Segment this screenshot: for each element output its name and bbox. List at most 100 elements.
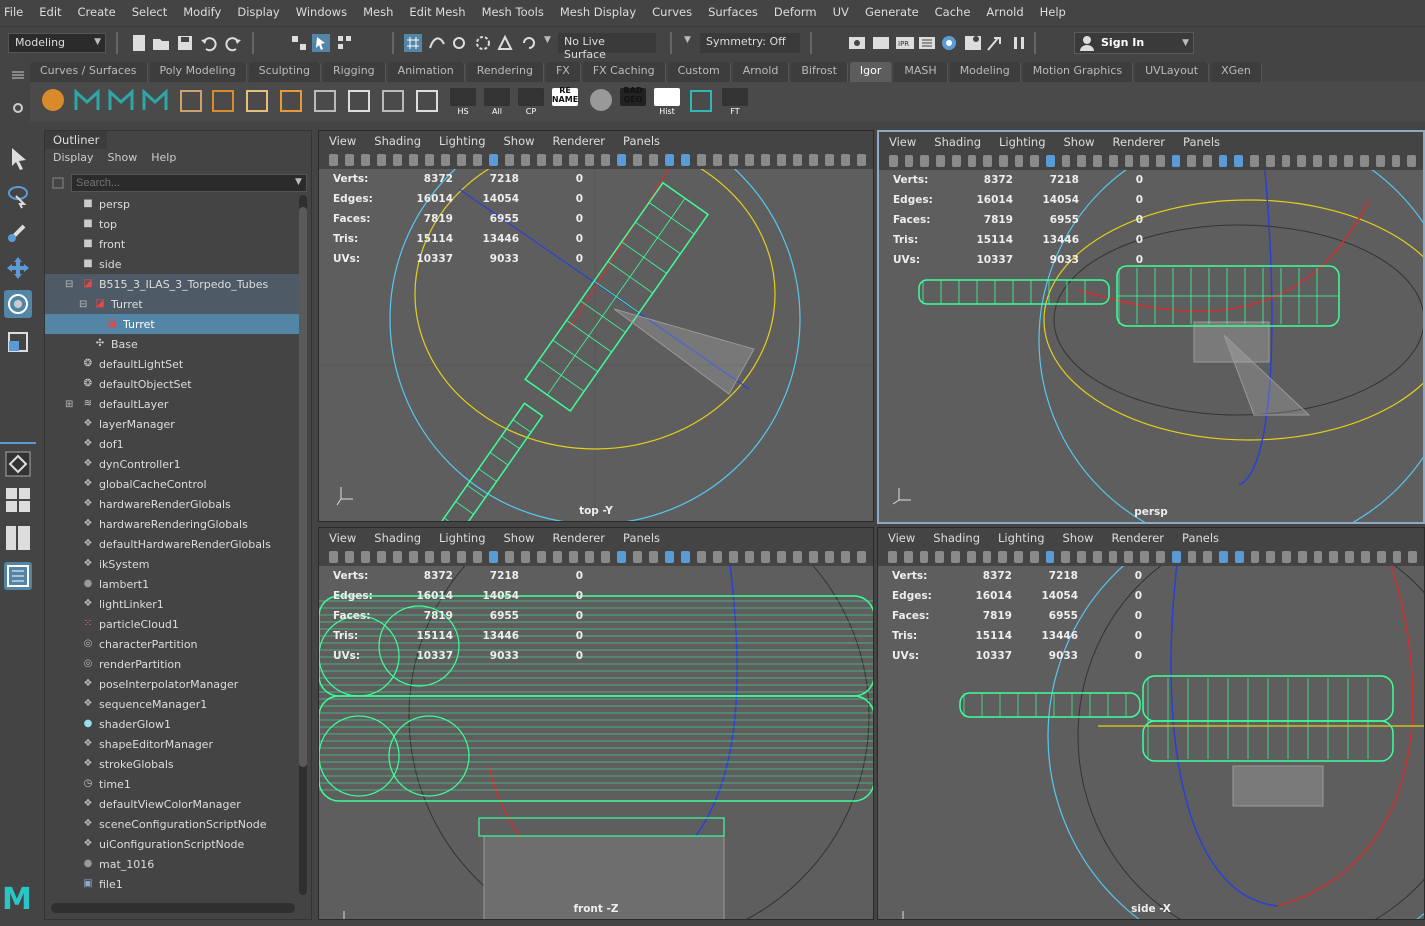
viewport-tool-icon[interactable] [1234, 155, 1244, 167]
viewport-tool-icon[interactable] [1092, 551, 1102, 563]
viewport-tool-icon[interactable] [761, 551, 770, 563]
viewport-tool-icon[interactable] [1124, 155, 1134, 167]
viewport-tool-icon[interactable] [777, 551, 786, 563]
shelf-tab-xgen[interactable]: XGen [1211, 62, 1262, 82]
viewport-tool-icon[interactable] [1282, 551, 1291, 563]
new-scene-icon[interactable] [130, 34, 148, 52]
viewport-tool-icon[interactable] [1014, 551, 1023, 563]
viewport-menu-shading[interactable]: Shading [934, 135, 981, 149]
viewport-menu-renderer[interactable]: Renderer [553, 531, 606, 545]
viewport-tool-icon[interactable] [1265, 155, 1275, 167]
shelf-tab-custom[interactable]: Custom [667, 62, 731, 82]
outliner-item[interactable]: ● lambert1 [45, 574, 299, 594]
snap-view-plane-icon[interactable] [474, 34, 492, 52]
viewport-menu-renderer[interactable]: Renderer [553, 134, 606, 148]
viewport-tool-icon[interactable] [1360, 551, 1370, 563]
viewport-tool-icon[interactable] [489, 551, 498, 563]
viewport-tool-icon[interactable] [936, 155, 945, 167]
shelf-tab-rendering[interactable]: Rendering [466, 62, 544, 82]
render-settings-icon[interactable] [918, 34, 936, 52]
viewport-menu-view[interactable]: View [889, 135, 916, 149]
shelf-menu-icon[interactable] [10, 70, 26, 80]
outliner-item[interactable]: ❖ dynController1 [45, 454, 299, 474]
viewport-tool-icon[interactable] [761, 154, 770, 166]
viewport-tool-icon[interactable] [1156, 551, 1165, 563]
shelf-tab-sculpting[interactable]: Sculpting [248, 62, 321, 82]
shelf-button-bad-geo[interactable]: BAD GEO [618, 86, 648, 116]
outliner-item[interactable]: ❖ defaultHardwareRenderGlobals [45, 534, 299, 554]
viewport-tool-icon[interactable] [681, 154, 690, 166]
viewport-tool-icon[interactable] [729, 551, 738, 563]
shelf-tab-fx-caching[interactable]: FX Caching [582, 62, 666, 82]
viewport-tool-icon[interactable] [1218, 155, 1228, 167]
outliner-item[interactable]: ❖ hardwareRenderGlobals [45, 494, 299, 514]
shelf-button-sphere-orange[interactable] [38, 86, 68, 116]
outliner-item[interactable]: ❖ hardwareRenderingGlobals [45, 514, 299, 534]
viewport-menu-lighting[interactable]: Lighting [439, 134, 485, 148]
viewport-tool-icon[interactable] [745, 154, 754, 166]
workspace-dropdown[interactable]: Modeling ▼ [8, 33, 106, 53]
menu-arnold[interactable]: Arnold [986, 5, 1023, 19]
shelf-tab-motion-graphics[interactable]: Motion Graphics [1022, 62, 1134, 82]
shelf-tab-rigging[interactable]: Rigging [322, 62, 386, 82]
viewport-tool-icon[interactable] [441, 551, 450, 563]
viewport-menu-show[interactable]: Show [504, 531, 535, 545]
viewport-tool-icon[interactable] [409, 154, 418, 166]
viewport-tool-icon[interactable] [665, 551, 674, 563]
viewport-tool-icon[interactable] [841, 154, 850, 166]
shelf-tab-modeling[interactable]: Modeling [949, 62, 1021, 82]
viewport-tool-icon[interactable] [1392, 551, 1402, 563]
pause-icon[interactable] [1010, 34, 1028, 52]
viewport-tool-icon[interactable] [1124, 551, 1134, 563]
outliner-item[interactable]: ⊟ ◪ Turret [45, 294, 299, 314]
viewport-tool-icon[interactable] [920, 155, 930, 167]
render-current-icon[interactable] [872, 34, 890, 52]
viewport-tool-icon[interactable] [713, 154, 722, 166]
viewport-tool-icon[interactable] [1375, 155, 1385, 167]
viewport-tool-icon[interactable] [1344, 155, 1354, 167]
shelf-button-re-name[interactable]: RE NAME [550, 86, 580, 116]
shelf-button-grid[interactable] [310, 86, 340, 116]
viewport-tool-icon[interactable] [1234, 551, 1244, 563]
outliner-item[interactable]: ◪ Turret [45, 314, 299, 334]
outliner-item[interactable]: ▣ file1 [45, 874, 299, 894]
viewport-tool-icon[interactable] [967, 155, 977, 167]
lasso-tool-icon[interactable] [4, 182, 32, 210]
shelf-button-maya-m[interactable] [106, 86, 136, 116]
shelf-button-ft[interactable]: FT [720, 86, 750, 116]
outliner-item[interactable]: ❖ globalCacheControl [45, 474, 299, 494]
viewport-menu-shading[interactable]: Shading [374, 531, 421, 545]
viewport-tool-icon[interactable] [377, 154, 386, 166]
open-scene-icon[interactable] [152, 34, 170, 52]
viewport-side[interactable]: View Shading Lighting Show Renderer Panels Ver… [877, 527, 1425, 920]
viewport-tool-icon[interactable] [665, 154, 674, 166]
outliner-item[interactable]: ■ side [45, 254, 299, 274]
outliner-horizontal-scrollbar[interactable] [51, 903, 295, 913]
paint-select-tool-icon[interactable] [4, 218, 32, 246]
viewport-tool-icon[interactable] [998, 551, 1008, 563]
outliner-item[interactable]: ❖ lightLinker1 [45, 594, 299, 614]
viewport-tool-icon[interactable] [617, 154, 626, 166]
outliner-item[interactable]: ❂ defaultLightSet [45, 354, 299, 374]
menu-mesh[interactable]: Mesh [363, 5, 393, 19]
viewport-tool-icon[interactable] [1030, 155, 1040, 167]
shelf-button-layers[interactable] [242, 86, 272, 116]
viewport-tool-icon[interactable] [713, 551, 722, 563]
viewport-tool-icon[interactable] [697, 551, 706, 563]
snap-live-icon[interactable] [496, 34, 514, 52]
viewport-tool-icon[interactable] [1187, 551, 1197, 563]
viewport-tool-icon[interactable] [904, 155, 914, 167]
menu-uv[interactable]: UV [833, 5, 849, 19]
shelf-button-maya-m[interactable] [72, 86, 102, 116]
viewport-tool-icon[interactable] [1029, 551, 1039, 563]
menu-help[interactable]: Help [1040, 5, 1066, 19]
outliner-item[interactable]: ❖ strokeGlobals [45, 754, 299, 774]
scale-tool-icon[interactable] [4, 328, 32, 356]
outliner-item[interactable]: ❂ defaultObjectSet [45, 374, 299, 394]
viewport-tool-icon[interactable] [951, 155, 961, 167]
viewport-tool-icon[interactable] [1155, 155, 1165, 167]
render-sequence-icon[interactable] [964, 34, 982, 52]
viewport-menu-shading[interactable]: Shading [933, 531, 980, 545]
viewport-tool-icon[interactable] [505, 154, 514, 166]
viewport-tool-icon[interactable] [633, 551, 642, 563]
